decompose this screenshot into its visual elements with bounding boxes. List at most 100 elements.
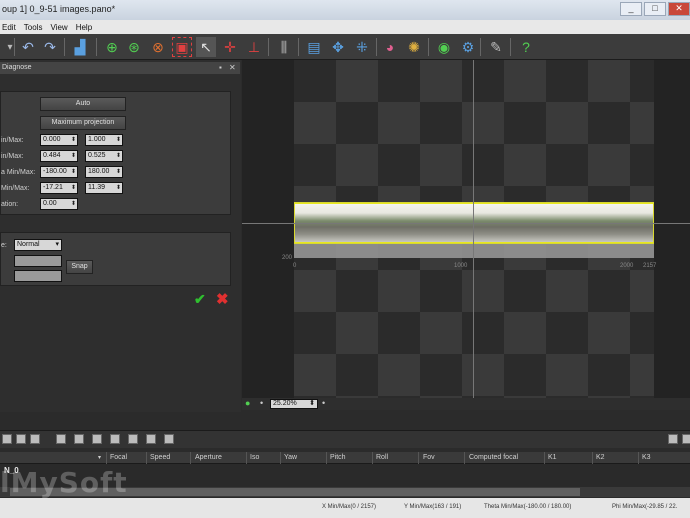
target-icon[interactable]: ✛ [220,37,240,57]
image-icon[interactable] [74,434,84,444]
row-label: in/Max: [1,153,24,160]
undo-icon[interactable]: ↶ [18,37,38,57]
window-controls: _ □ ✕ [618,2,690,16]
ok-check-icon[interactable]: ✔ [194,291,206,308]
menu-edit[interactable]: Edit [2,23,16,32]
mode-label: e: [1,242,7,249]
status-bar: X Min/Max(0 / 2157) Y Min/Max(163 / 191)… [0,498,690,518]
zoom-out-icon[interactable]: • [260,398,263,408]
wrench-icon[interactable]: ✎ [486,37,506,57]
stitch-icon[interactable]: ⊗ [148,37,168,57]
maximize-button[interactable]: □ [644,2,666,16]
snap-button[interactable]: Snap [66,260,93,274]
chart-icon[interactable]: ▟ [70,37,90,57]
main-toolbar: ▾ ↶ ↷ ▟ ⊕ ⊛ ⊗ ▣ ↖ ✛ ⊥ ⫼ ▤ ✥ ⁜ ◕ ✺ ◉ ⚙ ✎ … [0,34,690,60]
pin-icon[interactable]: ▪ [219,63,222,72]
column-aperture[interactable]: Aperture [195,454,222,461]
viewer-statusbar: ● • 25.20% ⬍ • [242,398,690,410]
preview-icon[interactable]: ◉ [434,37,454,57]
maximum-projection-button[interactable]: Maximum projection [40,116,126,130]
column-pitch[interactable]: Pitch [330,454,346,461]
column-k3[interactable]: K3 [642,454,651,461]
row-label: a Min/Max: [1,169,36,176]
minimize-button[interactable]: _ [620,2,642,16]
image-icon[interactable] [56,434,66,444]
crop-icon[interactable]: ▣ [172,37,192,57]
move-icon[interactable]: ✥ [328,37,348,57]
column-speed[interactable]: Speed [150,454,170,461]
rotation-spinbox[interactable]: 0.00 ⬍ [40,198,78,210]
min-spinbox[interactable]: 0.000 ⬍ [40,134,78,146]
view-icon[interactable] [682,434,690,444]
panorama-reflection [294,244,654,258]
image-icon[interactable] [164,434,174,444]
redo-icon[interactable]: ↷ [40,37,60,57]
ruler-label: 2157 [643,263,657,269]
row-label: Min/Max: [1,185,30,192]
grid-icon[interactable]: ⁜ [352,37,372,57]
monitor-icon[interactable]: ▤ [304,37,324,57]
zoom-in-icon[interactable]: • [322,398,325,408]
center-guide [473,60,474,398]
image-icon[interactable] [30,434,40,444]
watermark-text: lMySoft [0,466,128,499]
view-icon[interactable] [668,434,678,444]
menu-bar: Edit Tools View Help [0,20,690,34]
menu-tools[interactable]: Tools [24,23,43,32]
left-panel: Diagnose ▪ ✕ Auto Maximum projection in/… [0,60,241,412]
pointer-icon[interactable]: ↖ [196,37,216,57]
disabled-field [14,255,62,267]
panel-title: Diagnose [2,64,32,71]
phi-max-spinbox[interactable]: 11.39 ⬍ [85,182,123,194]
zoom-select[interactable]: 25.20% ⬍ [270,399,318,409]
split-icon[interactable]: ⫼ [274,37,294,57]
fit-icon[interactable]: ● [245,398,250,408]
panel-header: Diagnose ▪ ✕ [0,62,240,74]
disabled-field [14,270,62,282]
status-theta-range: Theta Min/Max(-180.00 / 180.00) [484,504,572,510]
max-spinbox[interactable]: 0.525 ⬍ [85,150,123,162]
menu-help[interactable]: Help [76,23,92,32]
column-k2[interactable]: K2 [596,454,605,461]
image-icon[interactable] [146,434,156,444]
panel-close-icon[interactable]: ✕ [229,63,236,72]
horizon-icon[interactable]: ⊥ [244,37,264,57]
status-y-range: Y Min/Max(163 / 191) [404,504,462,510]
phi-min-spinbox[interactable]: -17.21 ⬍ [40,182,78,194]
image-icon[interactable] [128,434,138,444]
image-icon[interactable] [110,434,120,444]
cancel-x-icon[interactable]: ✖ [216,290,229,308]
magic-icon[interactable]: ✺ [404,37,424,57]
theta-max-spinbox[interactable]: 180.00 ⬍ [85,166,123,178]
image-icon[interactable] [16,434,26,444]
menu-view[interactable]: View [50,23,67,32]
column-roll[interactable]: Roll [376,454,388,461]
auto-button[interactable]: Auto [40,97,126,111]
column-iso[interactable]: Iso [250,454,259,461]
gear-icon[interactable]: ⚙ [458,37,478,57]
ruler-label: 2000 [620,263,634,269]
min-spinbox[interactable]: 0.484 ⬍ [40,150,78,162]
color-wheel-icon[interactable]: ◕ [380,37,400,57]
horizon-guide [242,223,690,224]
mode-select[interactable]: Normal ▾ [14,239,62,251]
theta-min-spinbox[interactable]: -180.00 ⬍ [40,166,78,178]
image-icon[interactable] [2,434,12,444]
help-icon[interactable]: ? [516,37,536,57]
window-title: oup 1] 0_9-51 images.pano* [2,4,116,14]
preview-viewport[interactable]: 200 0 1000 2000 2157 [242,60,690,398]
column-k1[interactable]: K1 [548,454,557,461]
align-icon[interactable]: ⊕ [102,37,122,57]
image-icon[interactable] [92,434,102,444]
column-fov[interactable]: Fov [423,454,435,461]
column-yaw[interactable]: Yaw [284,454,297,461]
column-computed-focal[interactable]: Computed focal [469,454,518,461]
image-table-header: ▾ Focal Speed Aperture Iso Yaw Pitch Rol… [0,452,690,464]
max-spinbox[interactable]: 1.000 ⬍ [85,134,123,146]
control-points-icon[interactable]: ⊛ [124,37,144,57]
column-focal[interactable]: Focal [110,454,127,461]
ruler-label: 1000 [454,263,468,269]
close-button[interactable]: ✕ [668,2,690,16]
column-sort-icon[interactable]: ▾ [98,454,101,461]
dropdown-icon[interactable]: ▾ [0,37,20,57]
